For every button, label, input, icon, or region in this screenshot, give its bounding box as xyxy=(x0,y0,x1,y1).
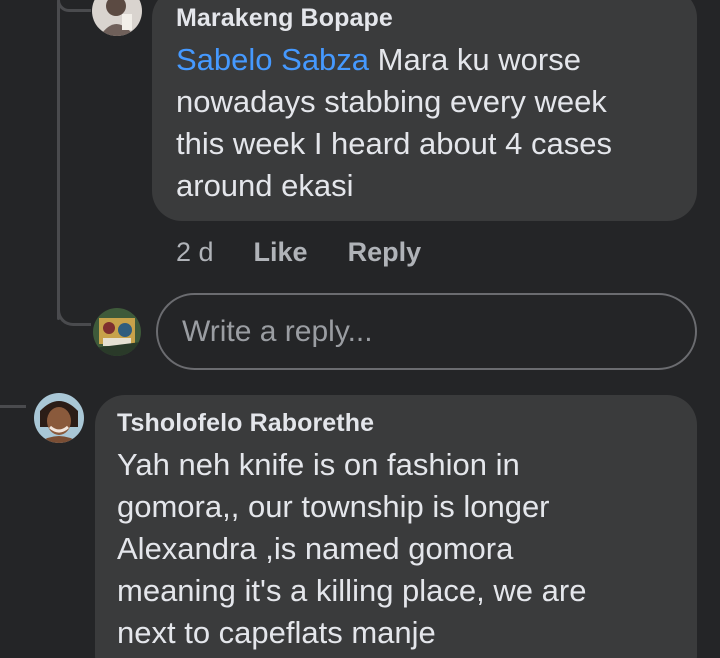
comment-text-line: this week I heard about 4 cases xyxy=(176,126,612,161)
comment-text: Yah neh knife is on fashion in gomora,, … xyxy=(117,444,675,654)
comment-text-line: meaning it's a killing place, we are xyxy=(117,573,587,608)
tsholofelo-avatar[interactable] xyxy=(34,393,84,443)
thread-connector-stub xyxy=(0,405,26,408)
comment-text-line: Alexandra ,is named gomora xyxy=(117,531,514,566)
thread-connector-curve xyxy=(57,296,91,326)
comment-author[interactable]: Marakeng Bopape xyxy=(176,4,673,33)
comment-bubble-marakeng: Marakeng Bopape Sabelo Sabza Mara ku wor… xyxy=(152,0,697,221)
reply-input[interactable] xyxy=(156,293,697,370)
marakeng-avatar[interactable] xyxy=(92,0,142,36)
comment-bubble-tsholofelo: Tsholofelo Raborethe Yah neh knife is on… xyxy=(95,395,697,658)
comment-text: Sabelo Sabza Mara ku worse nowadays stab… xyxy=(176,39,673,207)
comment-text-line: around ekasi xyxy=(176,168,354,203)
person-photo-icon xyxy=(92,0,142,36)
comment-text-line: gomora,, our township is longer xyxy=(117,489,550,524)
mention-link[interactable]: Sabelo Sabza xyxy=(176,42,369,77)
comment-author[interactable]: Tsholofelo Raborethe xyxy=(117,409,675,438)
thread-connector-line xyxy=(57,0,60,320)
current-user-avatar[interactable] xyxy=(93,308,141,356)
comment-timestamp[interactable]: 2 d xyxy=(176,237,214,268)
comment-text-line: nowadays stabbing every week xyxy=(176,84,607,119)
comment-actions: 2 d Like Reply xyxy=(176,232,461,272)
comment-text-line: Mara ku worse xyxy=(377,42,581,77)
like-button[interactable]: Like xyxy=(254,237,308,268)
person-photo-icon xyxy=(34,393,84,443)
comment-thread: Marakeng Bopape Sabelo Sabza Mara ku wor… xyxy=(0,0,720,658)
reply-button[interactable]: Reply xyxy=(348,237,422,268)
comment-text-line: Yah neh knife is on fashion in xyxy=(117,447,520,482)
comment-text-line: next to capeflats manje xyxy=(117,615,436,650)
user-photo-icon xyxy=(93,308,141,356)
thread-connector-top xyxy=(57,0,91,12)
